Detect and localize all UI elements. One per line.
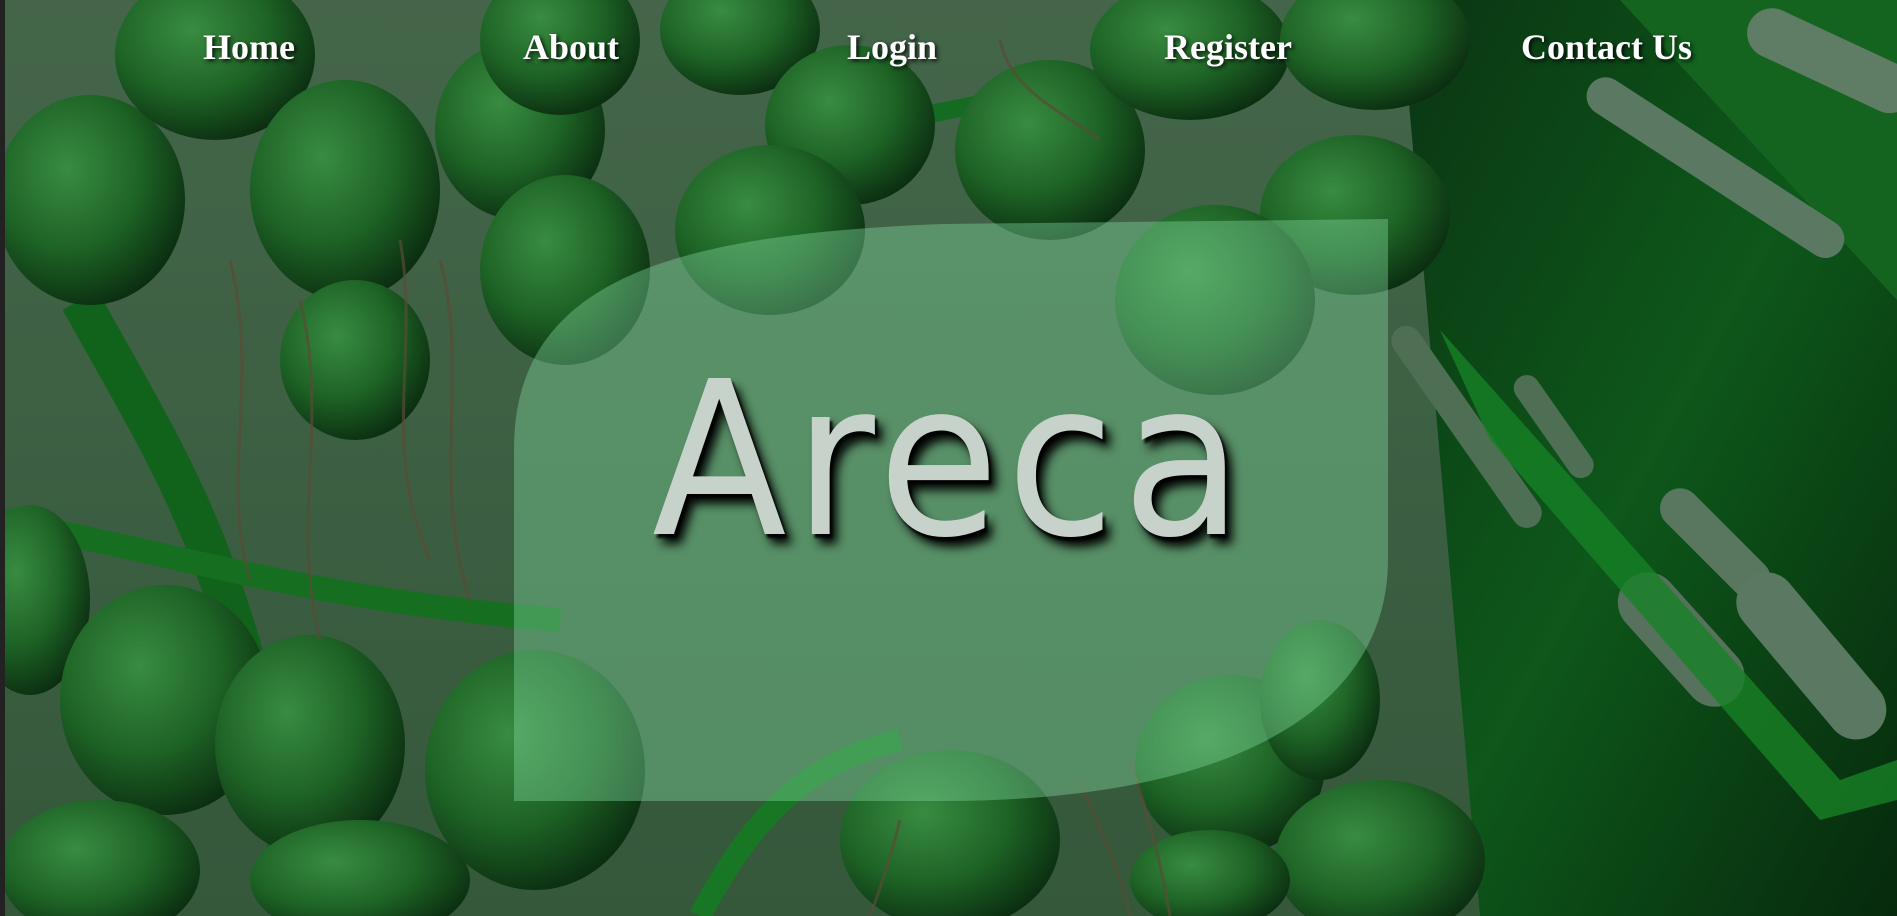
hero-title-card: Areca	[514, 219, 1388, 801]
nav-register-link[interactable]: Register	[1164, 26, 1292, 68]
hero-title: Areca	[651, 336, 1251, 585]
nav-home-link[interactable]: Home	[203, 26, 295, 68]
main-navigation: Home About Login Register Contact Us	[0, 0, 1897, 100]
nav-login-link[interactable]: Login	[847, 26, 937, 68]
nav-about-link[interactable]: About	[523, 26, 619, 68]
nav-contact-us-link[interactable]: Contact Us	[1521, 26, 1692, 68]
